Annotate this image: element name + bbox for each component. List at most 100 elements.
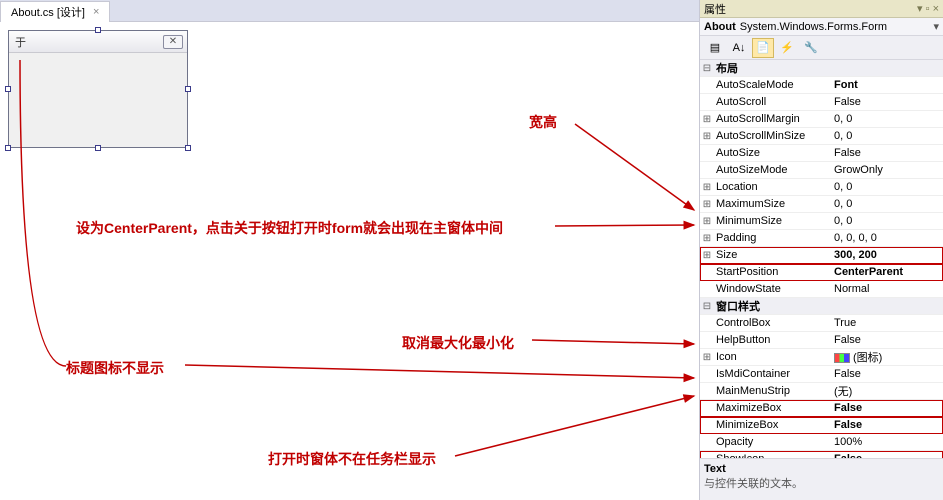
property-row[interactable]: ⊞Size300, 200 (700, 247, 943, 264)
desc-title: Text (704, 463, 939, 475)
property-value[interactable]: Normal (832, 283, 943, 295)
annotation-showicon: 标题图标不显示 (66, 358, 164, 378)
property-value[interactable]: False (832, 402, 943, 414)
property-pages-icon[interactable]: 🔧 (800, 38, 822, 58)
property-name: Opacity (714, 436, 832, 448)
property-row[interactable]: HelpButtonFalse (700, 332, 943, 349)
expand-icon[interactable]: ⊞ (700, 250, 714, 261)
property-name: Location (714, 181, 832, 193)
property-value[interactable]: False (832, 334, 943, 346)
property-value[interactable]: False (832, 368, 943, 380)
property-name: HelpButton (714, 334, 832, 346)
property-value[interactable]: (图标) (832, 349, 943, 365)
property-row[interactable]: Opacity100% (700, 434, 943, 451)
form-title: 于 (13, 34, 26, 50)
property-row[interactable]: IsMdiContainerFalse (700, 366, 943, 383)
property-name: IsMdiContainer (714, 368, 832, 380)
property-row[interactable]: ⊞Location0, 0 (700, 179, 943, 196)
property-value[interactable]: 0, 0 (832, 181, 943, 193)
property-name: 布局 (714, 60, 832, 76)
property-row[interactable]: ShowIconFalse (700, 451, 943, 458)
property-name: MinimumSize (714, 215, 832, 227)
property-row[interactable]: ⊞AutoScrollMinSize0, 0 (700, 128, 943, 145)
desc-body: 与控件关联的文本。 (704, 475, 939, 491)
properties-icon[interactable]: 📄 (752, 38, 774, 58)
object-selector[interactable]: About System.Windows.Forms.Form ▾ (700, 18, 943, 36)
properties-title: 属性 (704, 1, 726, 17)
property-row[interactable]: MaximizeBoxFalse (700, 400, 943, 417)
expand-icon[interactable]: ⊞ (700, 182, 714, 193)
property-value[interactable]: 0, 0, 0, 0 (832, 232, 943, 244)
category-row[interactable]: ⊟布局 (700, 60, 943, 77)
property-row[interactable]: StartPositionCenterParent (700, 264, 943, 281)
property-name: AutoSizeMode (714, 164, 832, 176)
property-value[interactable]: CenterParent (832, 266, 943, 278)
file-tab[interactable]: About.cs [设计] × (0, 1, 110, 23)
property-row[interactable]: MinimizeBoxFalse (700, 417, 943, 434)
property-row[interactable]: ⊞Icon(图标) (700, 349, 943, 366)
property-name: MinimizeBox (714, 419, 832, 431)
property-row[interactable]: ⊞MinimumSize0, 0 (700, 213, 943, 230)
alphabetical-icon[interactable]: A↓ (728, 38, 750, 58)
property-name: MainMenuStrip (714, 385, 832, 397)
design-surface[interactable]: 于 ✕ (0, 22, 699, 500)
property-value[interactable]: 0, 0 (832, 198, 943, 210)
property-row[interactable]: ⊞MaximumSize0, 0 (700, 196, 943, 213)
property-name: MaximizeBox (714, 402, 832, 414)
expand-icon[interactable]: ⊞ (700, 216, 714, 227)
icon-preview (834, 353, 850, 363)
expand-icon[interactable]: ⊟ (700, 63, 714, 74)
property-row[interactable]: AutoScrollFalse (700, 94, 943, 111)
property-row[interactable]: AutoScaleModeFont (700, 77, 943, 94)
property-name: ControlBox (714, 317, 832, 329)
property-value[interactable]: Font (832, 79, 943, 91)
property-value[interactable]: 100% (832, 436, 943, 448)
annotation-minmax: 取消最大化最小化 (402, 333, 514, 353)
expand-icon[interactable]: ⊞ (700, 233, 714, 244)
property-value[interactable]: GrowOnly (832, 164, 943, 176)
tab-close-icon[interactable]: × (93, 6, 99, 18)
categorized-icon[interactable]: ▤ (704, 38, 726, 58)
property-name: MaximumSize (714, 198, 832, 210)
property-description: Text 与控件关联的文本。 (700, 458, 943, 500)
panel-icons[interactable]: ▾ ▫ × (917, 2, 939, 15)
property-row[interactable]: ControlBoxTrue (700, 315, 943, 332)
property-row[interactable]: WindowStateNormal (700, 281, 943, 298)
properties-grid[interactable]: ⊟布局AutoScaleModeFontAutoScrollFalse⊞Auto… (700, 60, 943, 458)
category-row[interactable]: ⊟窗口样式 (700, 298, 943, 315)
annotation-size: 宽高 (529, 112, 557, 132)
property-value[interactable]: True (832, 317, 943, 329)
property-name: AutoScaleMode (714, 79, 832, 91)
form-close-button[interactable]: ✕ (163, 35, 183, 49)
property-row[interactable]: AutoSizeModeGrowOnly (700, 162, 943, 179)
property-row[interactable]: AutoSizeFalse (700, 145, 943, 162)
property-value[interactable]: 300, 200 (832, 249, 943, 261)
property-value[interactable]: False (832, 419, 943, 431)
properties-toolbar: ▤ A↓ 📄 ⚡ 🔧 (700, 36, 943, 60)
form-titlebar: 于 ✕ (9, 31, 187, 53)
expand-icon[interactable]: ⊟ (700, 301, 714, 312)
property-name: AutoScrollMargin (714, 113, 832, 125)
form-preview[interactable]: 于 ✕ (8, 30, 188, 148)
property-value[interactable]: 0, 0 (832, 215, 943, 227)
property-row[interactable]: ⊞Padding0, 0, 0, 0 (700, 230, 943, 247)
property-value[interactable]: (无) (832, 383, 943, 399)
property-name: Icon (714, 351, 832, 363)
property-name: WindowState (714, 283, 832, 295)
expand-icon[interactable]: ⊞ (700, 131, 714, 142)
expand-icon[interactable]: ⊞ (700, 199, 714, 210)
property-name: Padding (714, 232, 832, 244)
expand-icon[interactable]: ⊞ (700, 352, 714, 363)
property-name: 窗口样式 (714, 298, 832, 314)
property-value[interactable]: False (832, 96, 943, 108)
property-value[interactable]: False (832, 147, 943, 159)
property-value[interactable]: 0, 0 (832, 113, 943, 125)
property-row[interactable]: ⊞AutoScrollMargin0, 0 (700, 111, 943, 128)
expand-icon[interactable]: ⊞ (700, 114, 714, 125)
tab-label: About.cs [设计] (11, 4, 85, 20)
property-row[interactable]: MainMenuStrip(无) (700, 383, 943, 400)
property-value[interactable]: 0, 0 (832, 130, 943, 142)
properties-panel: 属性 ▾ ▫ × About System.Windows.Forms.Form… (699, 0, 943, 500)
property-name: Size (714, 249, 832, 261)
events-icon[interactable]: ⚡ (776, 38, 798, 58)
